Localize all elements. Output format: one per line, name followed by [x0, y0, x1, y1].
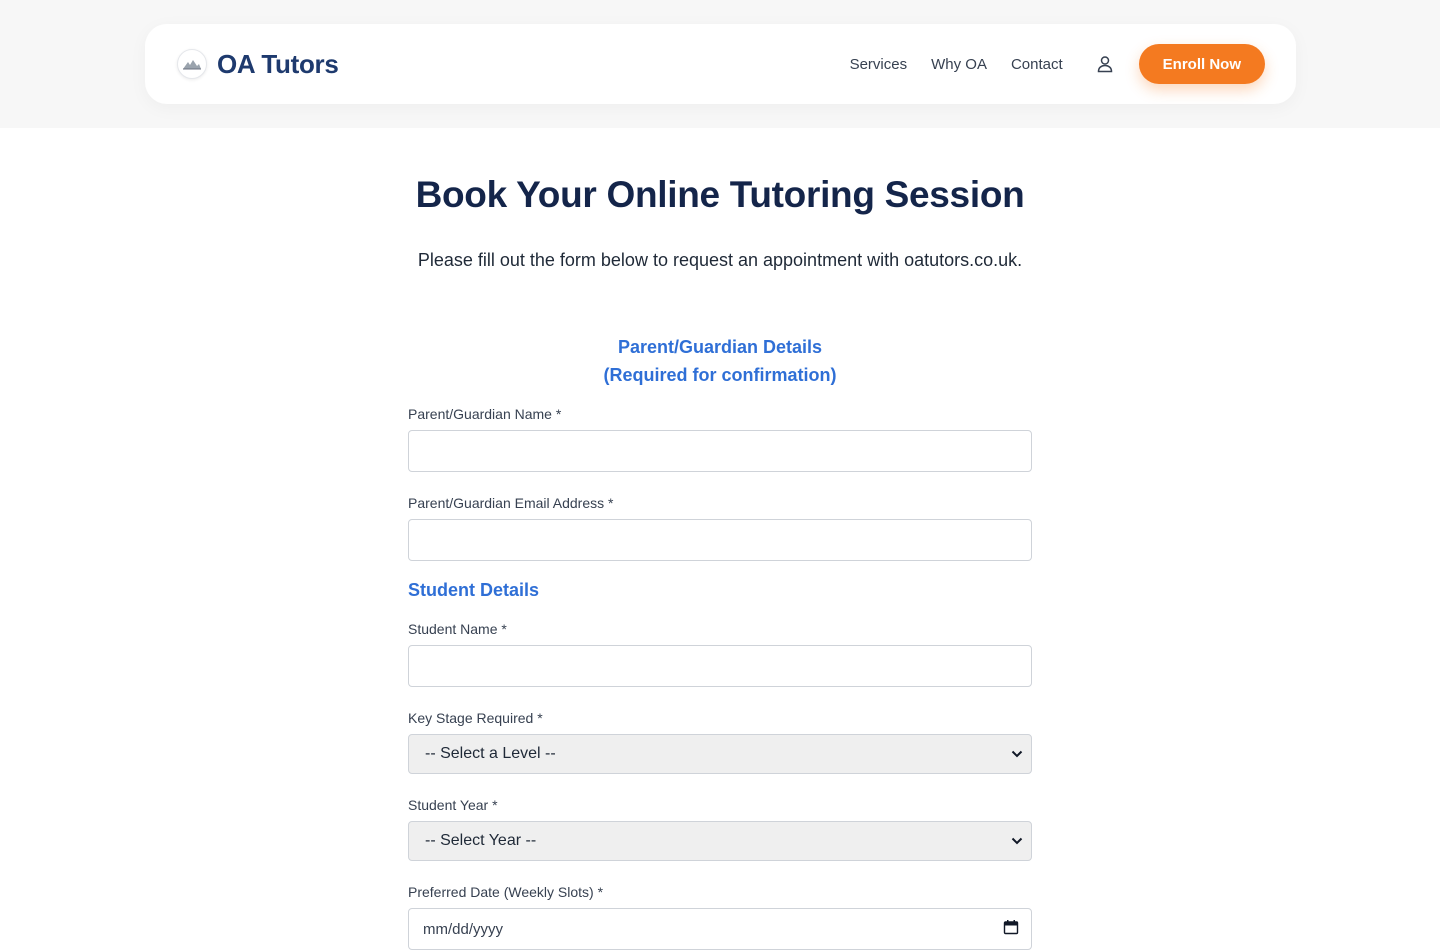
nav-link-contact[interactable]: Contact [1011, 56, 1063, 73]
parent-email-input[interactable] [408, 519, 1032, 561]
parent-name-label: Parent/Guardian Name * [408, 406, 562, 422]
page-subtitle: Please fill out the form below to reques… [417, 250, 1023, 270]
chevron-down-icon [1011, 832, 1023, 850]
parent-section-title: Parent/Guardian Details [617, 337, 823, 357]
parent-email-label: Parent/Guardian Email Address * [408, 495, 614, 511]
student-name-label: Student Name * [408, 621, 507, 637]
preferred-date-input[interactable]: mm/dd/yyyy [408, 908, 1032, 950]
main-nav: Services Why OA Contact Enroll Now [850, 44, 1265, 84]
key-stage-select[interactable]: -- Select a Level -- [408, 734, 1032, 774]
student-year-selected-value: -- Select Year -- [425, 832, 537, 849]
student-year-select[interactable]: -- Select Year -- [408, 821, 1032, 861]
page-title: Book Your Online Tutoring Session [415, 174, 1025, 215]
parent-section-note: (Required for confirmation) [603, 365, 837, 385]
key-stage-selected-value: -- Select a Level -- [425, 745, 556, 762]
nav-link-why-oa[interactable]: Why OA [931, 56, 987, 73]
student-name-input[interactable] [408, 645, 1032, 687]
student-section-heading: Student Details [408, 580, 540, 600]
brand-name: OA Tutors [217, 48, 339, 79]
student-year-label: Student Year * [408, 797, 498, 813]
user-icon[interactable] [1093, 52, 1117, 76]
chevron-down-icon [1011, 745, 1023, 763]
parent-section-heading: Parent/Guardian Details (Required for co… [408, 333, 1032, 389]
nav-link-services[interactable]: Services [850, 56, 908, 73]
enroll-now-button[interactable]: Enroll Now [1138, 44, 1265, 84]
brand-link[interactable]: OA Tutors [177, 49, 339, 80]
date-placeholder: mm/dd/yyyy [423, 920, 504, 938]
preferred-date-label: Preferred Date (Weekly Slots) * [408, 884, 604, 900]
booking-form: Parent/Guardian Details (Required for co… [408, 333, 1032, 950]
key-stage-label: Key Stage Required * [408, 710, 543, 726]
parent-name-input[interactable] [408, 430, 1032, 472]
navbar: OA Tutors Services Why OA Contact Enroll… [145, 24, 1296, 104]
mountain-logo-icon [177, 49, 207, 79]
calendar-icon[interactable] [1003, 919, 1019, 939]
